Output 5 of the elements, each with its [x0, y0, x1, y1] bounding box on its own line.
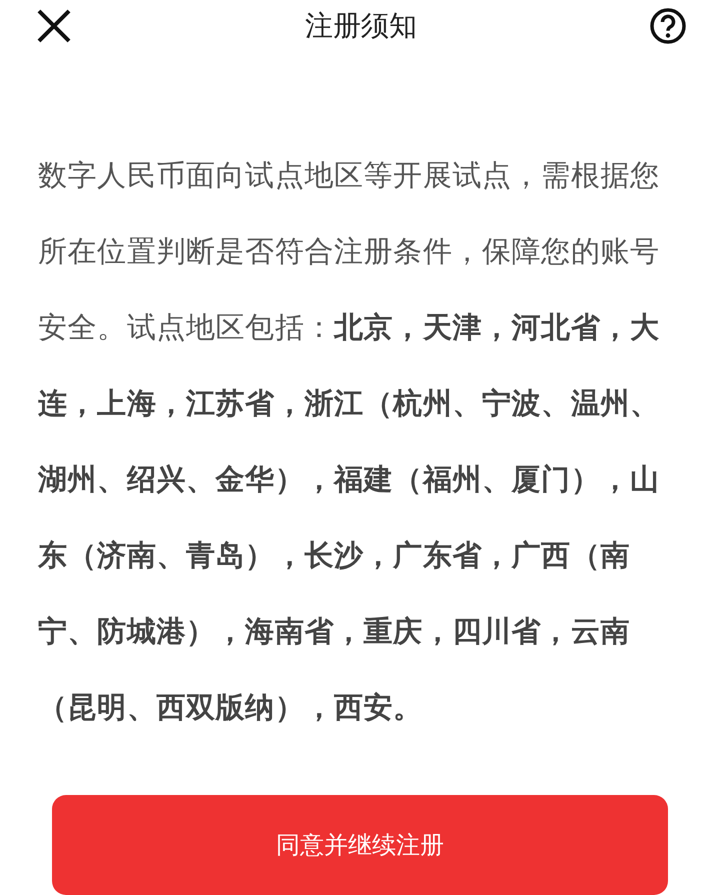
notice-text: 数字人民币面向试点地区等开展试点，需根据您所在位置判断是否符合注册条件，保障您的账号安全。试点地区包括：北京，天津，河北省，大连，上海，江苏省，浙江（杭州、宁波、温州、湖州、绍兴、金华），福建（福州、厦门），山东（济南、青岛），长沙，广东省，广西（南宁、防城港），海南省，重庆，四川省，云南（昆明、西双版纳），西安。: [38, 156, 661, 726]
page-title: 注册须知: [305, 8, 417, 44]
close-icon[interactable]: [36, 8, 72, 44]
help-icon[interactable]: [650, 8, 686, 44]
agree-button[interactable]: 同意并继续注册: [52, 794, 668, 895]
